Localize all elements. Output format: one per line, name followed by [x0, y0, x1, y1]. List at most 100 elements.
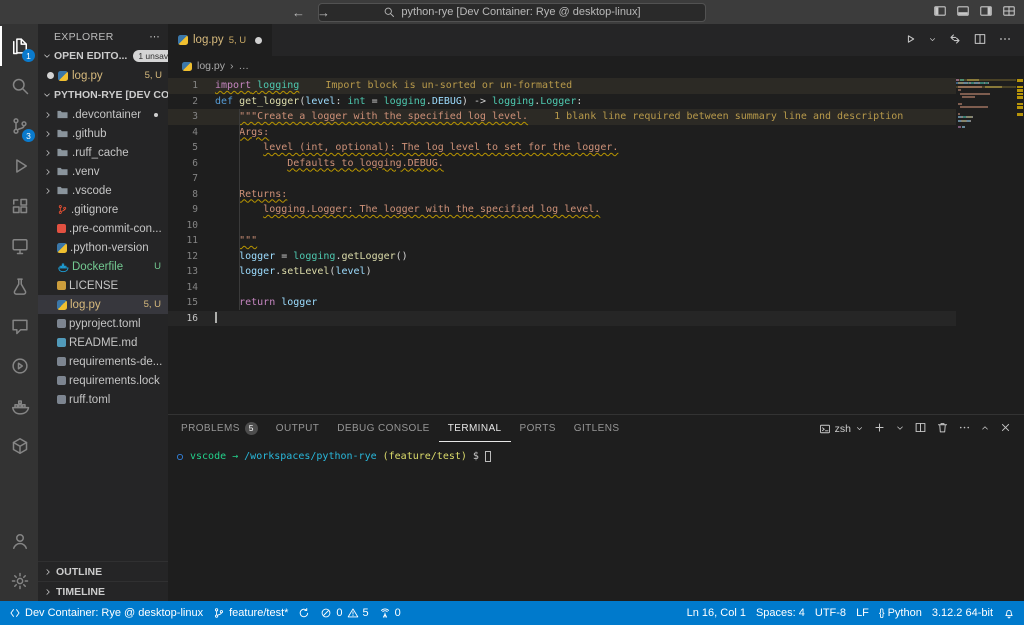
panel-tab-gitlens[interactable]: GITLENS — [565, 415, 629, 442]
tree-item-pyproject.toml[interactable]: pyproject.toml — [38, 314, 168, 333]
code-line-13[interactable]: 13 logger.setLevel(level) — [168, 264, 956, 280]
code-line-1[interactable]: 1import loggingImport block is un-sorted… — [168, 78, 956, 94]
ports-indicator[interactable]: 0 — [374, 601, 406, 625]
panel-more-actions-button[interactable] — [958, 421, 971, 437]
launch-profile-button[interactable] — [895, 422, 905, 436]
remote-indicator[interactable]: Dev Container: Rye @ desktop-linux — [4, 601, 208, 625]
minimap[interactable] — [956, 79, 1016, 414]
code-line-2[interactable]: 2def get_logger(level: int = logging.DEB… — [168, 94, 956, 110]
tree-item-.github[interactable]: .github — [38, 124, 168, 143]
activitybar-testing[interactable] — [0, 266, 38, 306]
forward-button[interactable]: → — [317, 5, 330, 20]
terminal-cursor — [485, 451, 491, 462]
modified-dot-icon[interactable] — [255, 37, 262, 44]
breadcrumb-file[interactable]: log.py — [197, 60, 225, 72]
terminal-shell-picker[interactable]: zsh — [819, 423, 864, 435]
code-editor[interactable]: 1import loggingImport block is un-sorted… — [168, 76, 1024, 414]
new-terminal-button[interactable] — [873, 421, 886, 437]
status-interpreter[interactable]: 3.12.2 64-bit — [927, 601, 998, 625]
open-editor-item[interactable]: log.py 5, U — [38, 66, 168, 85]
code-line-9[interactable]: 9 logging.Logger: The logger with the sp… — [168, 202, 956, 218]
customize-layout-button[interactable] — [1002, 4, 1016, 21]
problems-indicator[interactable]: 0 5 — [315, 601, 373, 625]
maximize-panel-button[interactable] — [980, 422, 990, 436]
activitybar-settings[interactable] — [0, 561, 38, 601]
code-line-5[interactable]: 5 level (int, optional): The log level t… — [168, 140, 956, 156]
section-timeline[interactable]: TIMELINE — [38, 581, 168, 601]
activitybar-run-and-debug[interactable] — [0, 146, 38, 186]
tree-item-requirements.lock[interactable]: requirements.lock — [38, 371, 168, 390]
activitybar-explorer[interactable]: 1 — [0, 26, 38, 66]
kill-terminal-button[interactable] — [936, 421, 949, 437]
terminal[interactable]: vscode → /workspaces/python-rye (feature… — [168, 442, 1024, 601]
layout-panel-button[interactable] — [956, 4, 970, 21]
tree-item-LICENSE[interactable]: LICENSE — [38, 276, 168, 295]
tree-item-README.md[interactable]: README.md — [38, 333, 168, 352]
layout-sidebar-left-button[interactable] — [933, 4, 947, 21]
code-line-16[interactable]: 16 — [168, 311, 956, 327]
tree-item-requirements-de...[interactable]: requirements-de... — [38, 352, 168, 371]
tree-item-Dockerfile[interactable]: DockerfileU — [38, 257, 168, 276]
activitybar-remote-explorer[interactable] — [0, 226, 38, 266]
terminal-git-branch: (feature/test) — [383, 451, 467, 462]
tree-item-.gitignore[interactable]: .gitignore — [38, 200, 168, 219]
status-language[interactable]: {}Python — [874, 601, 927, 625]
notifications-button[interactable] — [998, 601, 1020, 625]
close-panel-button[interactable] — [999, 421, 1012, 437]
tree-item-.pre-commit-con...[interactable]: .pre-commit-con... — [38, 219, 168, 238]
status-eol[interactable]: LF — [851, 601, 874, 625]
tree-item-.venv[interactable]: .venv — [38, 162, 168, 181]
activitybar-github-actions[interactable] — [0, 346, 38, 386]
tree-item-.vscode[interactable]: .vscode — [38, 181, 168, 200]
run-button[interactable] — [903, 32, 917, 49]
code-line-7[interactable]: 7 — [168, 171, 956, 187]
status-encoding[interactable]: UTF-8 — [810, 601, 851, 625]
tree-item-.ruff_cache[interactable]: .ruff_cache — [38, 143, 168, 162]
code-line-11[interactable]: 11 """ — [168, 233, 956, 249]
split-editor-button[interactable] — [973, 32, 987, 49]
status-indentation[interactable]: Spaces: 4 — [751, 601, 810, 625]
code-line-12[interactable]: 12 logger = logging.getLogger() — [168, 249, 956, 265]
code-line-4[interactable]: 4 Args: — [168, 125, 956, 141]
panel-tab-debug-console[interactable]: DEBUG CONSOLE — [328, 415, 438, 442]
tree-item-.python-version[interactable]: .python-version — [38, 238, 168, 257]
split-terminal-button[interactable] — [914, 421, 927, 437]
tree-item-.devcontainer[interactable]: .devcontainer — [38, 105, 168, 124]
activitybar-search[interactable] — [0, 66, 38, 106]
git-branch-indicator[interactable]: feature/test* — [208, 601, 293, 625]
panel-tab-problems[interactable]: PROBLEMS5 — [172, 415, 267, 442]
open-changes-button[interactable] — [948, 32, 962, 49]
back-button[interactable]: ← — [292, 5, 305, 20]
chevron-down-button[interactable] — [928, 33, 937, 47]
panel-tab-ports[interactable]: PORTS — [511, 415, 565, 442]
more-actions-icon[interactable]: ⋯ — [149, 31, 160, 43]
section-outline[interactable]: OUTLINE — [38, 561, 168, 581]
more-button[interactable] — [998, 32, 1012, 49]
code-line-10[interactable]: 10 — [168, 218, 956, 234]
code-line-15[interactable]: 15 return logger — [168, 295, 956, 311]
activitybar-docker[interactable] — [0, 386, 38, 426]
panel-tab-terminal[interactable]: TERMINAL — [439, 415, 511, 442]
workspace-header[interactable]: PYTHON-RYE [DEV CON... — [38, 85, 168, 105]
activitybar-extensions[interactable] — [0, 186, 38, 226]
sync-button[interactable] — [293, 601, 315, 625]
code-line-8[interactable]: 8 Returns: — [168, 187, 956, 203]
code-line-3[interactable]: 3 """Create a logger with the specified … — [168, 109, 956, 125]
command-center[interactable]: python-rye [Dev Container: Rye @ desktop… — [318, 3, 706, 22]
activitybar-containers[interactable] — [0, 426, 38, 466]
tab-logpy[interactable]: log.py 5, U — [168, 24, 272, 56]
activitybar-accounts[interactable] — [0, 521, 38, 561]
layout-sidebar-right-button[interactable] — [979, 4, 993, 21]
breadcrumb-more[interactable]: … — [239, 60, 250, 72]
status-cursor-position[interactable]: Ln 16, Col 1 — [682, 601, 751, 625]
code-line-14[interactable]: 14 — [168, 280, 956, 296]
code-line-6[interactable]: 6 Defaults to logging.DEBUG. — [168, 156, 956, 172]
tree-item-ruff.toml[interactable]: ruff.toml — [38, 390, 168, 409]
open-editors-header[interactable]: OPEN EDITO... 1 unsaved — [38, 46, 168, 66]
tree-item-log.py[interactable]: log.py5, U — [38, 295, 168, 314]
panel-tab-output[interactable]: OUTPUT — [267, 415, 329, 442]
activitybar-comments[interactable] — [0, 306, 38, 346]
activitybar-source-control[interactable]: 3 — [0, 106, 38, 146]
breadcrumb[interactable]: log.py › … — [168, 56, 1024, 76]
shell-name: zsh — [835, 423, 851, 435]
